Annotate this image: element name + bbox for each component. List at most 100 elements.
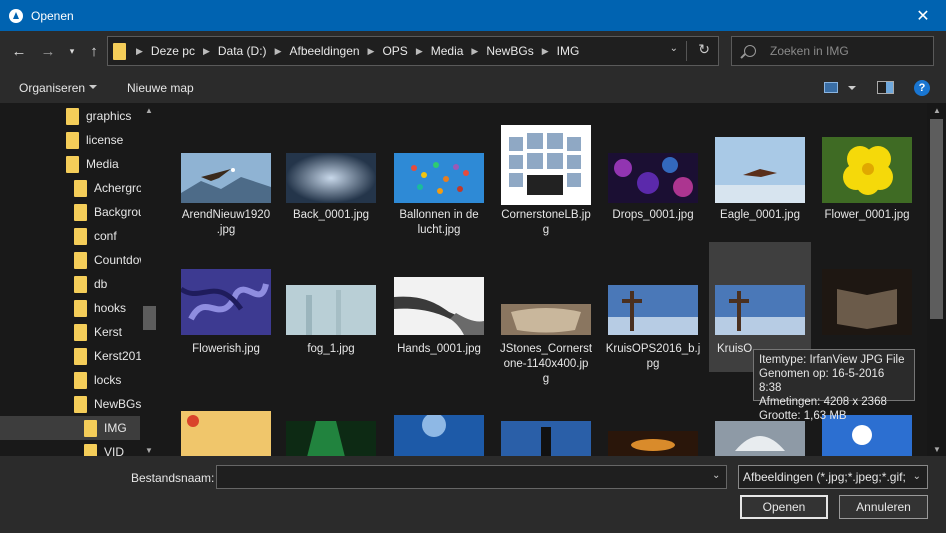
filetype-select[interactable]: Afbeeldingen (*.jpg;*.jpeg;*.gif; ⌄ <box>738 465 928 489</box>
cancel-button[interactable]: Annuleren <box>839 495 928 519</box>
thumbnail-drops <box>608 153 698 203</box>
file-tile-row3-2[interactable] <box>280 401 382 456</box>
file-tile-hands-0001[interactable]: Hands_0001.jpg <box>388 242 490 372</box>
chevron-down-icon[interactable]: ⌄ <box>670 43 678 54</box>
breadcrumb-img[interactable]: IMG <box>557 44 580 58</box>
thumbnail-balloons <box>394 153 484 203</box>
chevron-down-icon[interactable]: ⌄ <box>913 471 921 482</box>
chevron-right-icon[interactable]: ▶ <box>463 46 486 57</box>
file-tile-cornerstonelb[interactable]: CornerstoneLB.jp g <box>495 103 597 243</box>
thumbnail-fire <box>608 431 698 456</box>
file-tile-ballonnen[interactable]: Ballonnen in de lucht.jpg <box>388 103 490 236</box>
close-button[interactable]: ✕ <box>900 0 946 31</box>
thumbnail-bible <box>822 269 912 335</box>
chevron-right-icon[interactable]: ▶ <box>195 46 218 57</box>
file-name: Back_0001.jpg <box>292 209 370 221</box>
file-tile-drops-0001[interactable]: Drops_0001.jpg <box>602 103 704 233</box>
scroll-down-icon[interactable]: ▼ <box>145 446 153 455</box>
folder-icon <box>84 443 97 456</box>
thumbnail-yellow-flower <box>822 137 912 203</box>
folder-icon <box>74 299 87 317</box>
scroll-down-icon[interactable]: ▼ <box>933 445 941 454</box>
recent-locations-button[interactable]: ▾ <box>64 40 80 62</box>
file-tile-kruisops2016-b[interactable]: KruisOPS2016_b.j pg <box>602 242 704 382</box>
breadcrumb-data-d[interactable]: Data (D:) <box>218 44 267 58</box>
file-name: KruisOPS2016_b.j pg <box>605 343 701 370</box>
view-mode-icon[interactable] <box>824 82 838 93</box>
file-name: Flower_0001.jpg <box>824 209 910 221</box>
file-tile-fog-1[interactable]: fog_1.jpg <box>280 242 382 372</box>
file-tile-flowerish[interactable]: Flowerish.jpg <box>175 242 277 372</box>
folder-icon <box>74 275 87 293</box>
caret-down-icon[interactable] <box>89 85 97 89</box>
file-tile-eagle-0001[interactable]: Eagle_0001.jpg <box>709 103 811 233</box>
filetype-value: Afbeeldingen (*.jpg;*.jpeg;*.gif; <box>743 470 906 484</box>
refresh-button[interactable]: ↻ <box>698 41 710 58</box>
back-button[interactable]: ← <box>8 40 30 62</box>
breadcrumb-deze-pc[interactable]: Deze pc <box>151 44 195 58</box>
dialog-footer: Bestandsnaam: ⌄ Afbeeldingen (*.jpg;*.jp… <box>0 456 946 533</box>
scroll-up-icon[interactable]: ▲ <box>933 106 941 115</box>
file-name: JStones_Cornerst one-1140x400.jp g <box>499 343 593 385</box>
organize-button[interactable]: Organiseren <box>19 81 85 95</box>
chevron-right-icon[interactable]: ▶ <box>534 46 557 57</box>
caret-down-icon[interactable] <box>848 86 856 90</box>
breadcrumb-afbeeldingen[interactable]: Afbeeldingen <box>289 44 359 58</box>
folder-icon <box>74 395 87 413</box>
up-button[interactable]: ↑ <box>84 40 104 62</box>
file-tile-flower-0001[interactable]: Flower_0001.jpg <box>816 103 918 233</box>
chevron-right-icon[interactable]: ▶ <box>128 46 151 57</box>
thumbnail-dove <box>715 421 805 456</box>
file-tile-jstones[interactable]: JStones_Cornerst one-1140x400.jp g <box>495 242 597 392</box>
chevron-down-icon[interactable]: ⌄ <box>712 470 720 481</box>
thumbnail-cross-sky <box>715 285 805 335</box>
file-tile-back-0001[interactable]: Back_0001.jpg <box>280 103 382 233</box>
filename-input[interactable] <box>216 465 727 489</box>
navigation-pane: graphics license Media Achergrond Backgr… <box>0 103 158 456</box>
new-folder-button[interactable]: Nieuwe map <box>127 81 194 95</box>
folder-icon <box>66 131 79 149</box>
file-tile-row3-5[interactable] <box>602 401 704 456</box>
folder-icon <box>113 42 126 60</box>
file-tile-row3-1[interactable] <box>175 401 277 456</box>
app-icon <box>9 8 23 23</box>
chevron-right-icon[interactable]: ▶ <box>267 46 290 57</box>
scrollbar-thumb[interactable] <box>930 119 943 319</box>
address-bar[interactable]: ▶ Deze pc ▶ Data (D:) ▶ Afbeeldingen ▶ O… <box>107 36 719 66</box>
forward-button[interactable]: → <box>37 40 59 62</box>
preview-pane-icon[interactable] <box>877 81 894 94</box>
folder-icon <box>74 227 87 245</box>
chevron-right-icon[interactable]: ▶ <box>360 46 383 57</box>
tooltip-itemtype: Itemtype: IrfanView JPG File <box>759 354 905 366</box>
thumbnail-cross-sky <box>608 285 698 335</box>
thumbnail-stones <box>501 304 591 335</box>
folder-icon <box>74 347 87 365</box>
file-tile-row3-4[interactable] <box>495 401 597 456</box>
chevron-right-icon[interactable]: ▶ <box>408 46 431 57</box>
breadcrumb-newbgs[interactable]: NewBGs <box>486 44 533 58</box>
file-name: Flowerish.jpg <box>192 343 260 355</box>
breadcrumb-media[interactable]: Media <box>431 44 464 58</box>
folder-icon <box>84 419 97 437</box>
open-button[interactable]: Openen <box>740 495 828 519</box>
folder-icon <box>74 179 87 197</box>
thumbnail-raised-hand <box>501 421 591 456</box>
command-bar: Organiseren Nieuwe map ? <box>0 71 946 103</box>
sidebar-item-img[interactable]: IMG <box>0 416 140 440</box>
tooltip-size: Grootte: 1,63 MB <box>759 410 847 422</box>
breadcrumb-ops[interactable]: OPS <box>382 44 407 58</box>
file-tile-row3-3[interactable] <box>388 401 490 456</box>
content-scrollbar[interactable]: ▲ ▼ <box>927 103 946 456</box>
sidebar-scrollbar[interactable]: ▲ ▼ <box>141 103 158 456</box>
scroll-up-icon[interactable]: ▲ <box>145 106 153 115</box>
scrollbar-thumb[interactable] <box>143 306 156 330</box>
thumbnail-hands <box>394 277 484 335</box>
search-box[interactable] <box>731 36 934 66</box>
tooltip-dimensions: Afmetingen: 4208 x 2368 <box>759 396 887 408</box>
thumbnail-eagle-sky <box>715 137 805 203</box>
help-icon[interactable]: ? <box>914 80 930 96</box>
thumbnail-orange-paper <box>181 411 271 456</box>
file-tile-arendnieuw1920[interactable]: ArendNieuw1920 .jpg <box>175 103 277 236</box>
search-input[interactable] <box>770 44 930 58</box>
title-bar: Openen ✕ <box>0 0 946 31</box>
